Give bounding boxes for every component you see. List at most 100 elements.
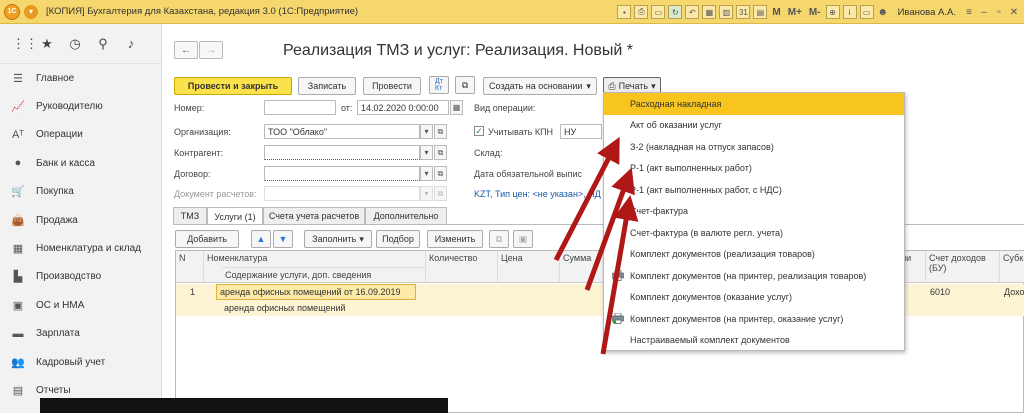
kpn-checkbox[interactable]: ✓ bbox=[474, 126, 484, 136]
print-menu-item-1[interactable]: Акт об оказании услуг bbox=[604, 115, 904, 137]
open-icon[interactable]: ⧉ bbox=[434, 186, 447, 201]
sidebar-item-1[interactable]: 📈 Руководителю bbox=[0, 92, 161, 120]
sidebar-item-10[interactable]: 👥 Кадровый учет bbox=[0, 348, 161, 376]
memory-minus-button[interactable]: M- bbox=[807, 7, 823, 18]
row-subconto[interactable]: Дохо bbox=[1004, 287, 1024, 297]
dt-kt-icon[interactable]: Дт Кт bbox=[429, 76, 449, 94]
link-icon[interactable]: ↻ bbox=[668, 5, 683, 19]
column-header-content[interactable]: Содержание услуги, доп. сведения bbox=[222, 267, 426, 283]
sidebar-item-0[interactable]: ☰ Главное bbox=[0, 64, 161, 92]
calculator-icon[interactable]: ▥ bbox=[719, 5, 734, 19]
history-clock-icon[interactable]: ◷ bbox=[68, 36, 82, 52]
table-icon[interactable]: ▤ bbox=[753, 5, 768, 19]
dropdown-icon[interactable]: ▾ bbox=[420, 145, 433, 160]
print-menu-item-9[interactable]: Комплект документов (оказание услуг) bbox=[604, 287, 904, 309]
apps-grid-icon[interactable]: ⋮⋮ bbox=[12, 36, 38, 52]
main-menu-icon[interactable]: ▾ bbox=[24, 4, 38, 19]
sidebar-item-2[interactable]: Aᵀ Операции bbox=[0, 121, 161, 149]
paste-icon[interactable]: ▣ bbox=[513, 230, 533, 248]
maximize-icon[interactable]: ▫ bbox=[993, 7, 1005, 18]
sidebar-item-7[interactable]: ▙ Производство bbox=[0, 263, 161, 291]
operations-icon: Aᵀ bbox=[11, 128, 25, 141]
print-menu-item-11[interactable]: Настраиваемый комплект документов bbox=[604, 330, 904, 352]
fill-button[interactable]: Заполнить ▾ bbox=[304, 230, 372, 248]
sidebar-item-9[interactable]: ▬ Зарплата bbox=[0, 320, 161, 348]
sidebar-item-5[interactable]: 👜 Продажа bbox=[0, 206, 161, 234]
column-header-price[interactable]: Цена bbox=[498, 251, 560, 283]
memory-button[interactable]: M bbox=[770, 7, 782, 18]
window-icon[interactable]: ▭ bbox=[859, 5, 874, 19]
contract-input[interactable] bbox=[264, 166, 420, 181]
create-based-on-button[interactable]: Создать на основании ▾ bbox=[483, 77, 597, 95]
sidebar-item-4[interactable]: 🛒 Покупка bbox=[0, 178, 161, 206]
column-header-income-account[interactable]: Счет доходов (БУ) bbox=[926, 251, 1000, 283]
column-header-quantity[interactable]: Количество bbox=[426, 251, 498, 283]
tab-tmz[interactable]: ТМЗ bbox=[173, 207, 207, 224]
open-icon[interactable]: ⧉ bbox=[434, 145, 447, 160]
chevron-down-icon: ▾ bbox=[359, 233, 364, 244]
user-name[interactable]: Иванова А.А. bbox=[898, 7, 956, 18]
kpn-select[interactable]: НУ bbox=[560, 124, 602, 139]
tab-additional[interactable]: Дополнительно bbox=[365, 207, 447, 224]
select-button[interactable]: Подбор bbox=[376, 230, 420, 248]
copy-icon[interactable]: ⧉ bbox=[489, 230, 509, 248]
calendar-icon[interactable]: 31 bbox=[736, 5, 751, 19]
app-logo-icon[interactable]: 1С bbox=[4, 3, 20, 20]
memory-plus-button[interactable]: M+ bbox=[786, 7, 804, 18]
post-button[interactable]: Провести bbox=[363, 77, 421, 95]
close-icon[interactable]: ✕ bbox=[1008, 7, 1020, 18]
print-menu-item-7[interactable]: Комплект документов (реализация товаров) bbox=[604, 244, 904, 266]
settings-icon[interactable]: ≡ bbox=[963, 7, 975, 18]
row-content[interactable]: аренда офисных помещений bbox=[224, 303, 346, 313]
sidebar-item-6[interactable]: ▦ Номенклатура и склад bbox=[0, 234, 161, 262]
save-button[interactable]: Записать bbox=[298, 77, 356, 95]
column-header-n[interactable]: N bbox=[176, 251, 204, 283]
print-menu-item-2[interactable]: З-2 (накладная на отпуск запасов) bbox=[604, 136, 904, 158]
print-menu-item-4[interactable]: Р-1 (акт выполненных работ, с НДС) bbox=[604, 179, 904, 201]
sidebar-item-8[interactable]: ▣ ОС и НМА bbox=[0, 291, 161, 319]
dropdown-icon[interactable]: ▾ bbox=[420, 186, 433, 201]
print-menu-item-0[interactable]: Расходная накладная bbox=[604, 93, 904, 115]
print-menu-item-3[interactable]: Р-1 (акт выполненных работ) bbox=[604, 158, 904, 180]
sidebar-item-3[interactable]: ● Банк и касса bbox=[0, 149, 161, 177]
info-icon[interactable]: i bbox=[842, 5, 857, 19]
print-icon[interactable]: ⎙ bbox=[634, 5, 649, 19]
print-menu-item-10[interactable]: Комплект документов (на принтер, оказани… bbox=[604, 308, 904, 330]
favorites-star-icon[interactable]: ★ bbox=[40, 36, 54, 52]
add-row-button[interactable]: Добавить bbox=[175, 230, 239, 248]
preview-icon[interactable]: ▭ bbox=[651, 5, 666, 19]
print-menu-item-6[interactable]: Счет-фактура (в валюте регл. учета) bbox=[604, 222, 904, 244]
search-icon[interactable]: ⚲ bbox=[96, 36, 110, 52]
settlement-doc-input[interactable] bbox=[264, 186, 420, 201]
notification-bell-icon[interactable]: ♪ bbox=[124, 36, 138, 51]
structure-icon[interactable]: ⧉ bbox=[455, 76, 475, 94]
forward-arrow-icon[interactable]: → bbox=[199, 41, 223, 59]
history-icon[interactable]: ↶ bbox=[685, 5, 700, 19]
row-income-account[interactable]: 6010 bbox=[930, 287, 950, 297]
move-up-icon[interactable]: ▲ bbox=[251, 230, 271, 248]
dropdown-icon[interactable]: ▾ bbox=[420, 124, 433, 139]
back-arrow-icon[interactable]: ← bbox=[174, 41, 198, 59]
prices-link[interactable]: KZT, Тип цен: <не указан>, НД bbox=[474, 189, 601, 199]
save-icon[interactable]: ▪ bbox=[617, 5, 632, 19]
column-header-subconto[interactable]: Субк bbox=[1000, 251, 1024, 283]
open-icon[interactable]: ⧉ bbox=[434, 166, 447, 181]
organization-input[interactable]: ТОО "Облако" bbox=[264, 124, 420, 139]
print-menu-item-8[interactable]: Комплект документов (на принтер, реализа… bbox=[604, 265, 904, 287]
tab-services[interactable]: Услуги (1) bbox=[207, 207, 263, 225]
open-icon[interactable]: ⧉ bbox=[434, 124, 447, 139]
grid-icon[interactable]: ▦ bbox=[702, 5, 717, 19]
number-input[interactable] bbox=[264, 100, 336, 115]
zoom-icon[interactable]: ⊕ bbox=[825, 5, 840, 19]
move-down-icon[interactable]: ▼ bbox=[273, 230, 293, 248]
date-input[interactable]: 14.02.2020 0:00:00 bbox=[357, 100, 449, 115]
change-button[interactable]: Изменить bbox=[427, 230, 483, 248]
row-nomenclature[interactable]: аренда офисных помещений от 16.09.2019 bbox=[220, 287, 401, 297]
minimize-icon[interactable]: – bbox=[978, 7, 990, 18]
contractor-input[interactable] bbox=[264, 145, 420, 160]
dropdown-icon[interactable]: ▾ bbox=[420, 166, 433, 181]
calendar-icon[interactable]: ▦ bbox=[450, 100, 463, 115]
tab-settlement-accounts[interactable]: Счета учета расчетов bbox=[263, 207, 365, 224]
print-menu-item-5[interactable]: Счет-фактура bbox=[604, 201, 904, 223]
post-and-close-button[interactable]: Провести и закрыть bbox=[174, 77, 292, 95]
